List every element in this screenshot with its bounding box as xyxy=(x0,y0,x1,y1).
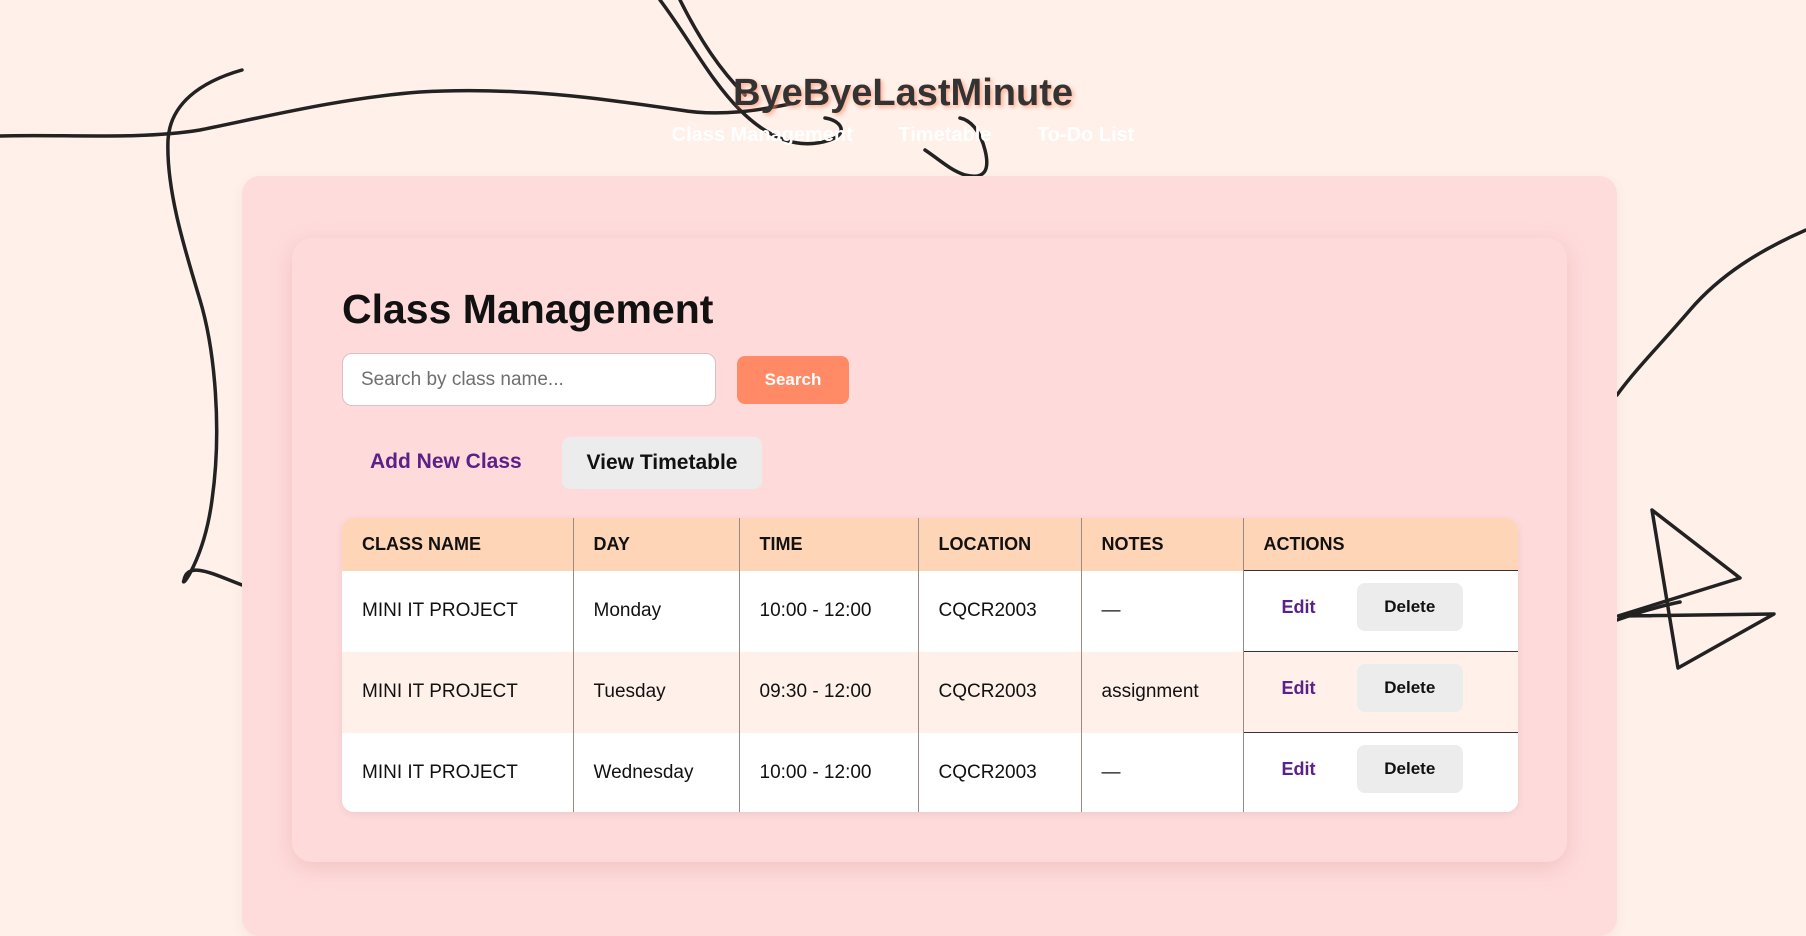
page-title: Class Management xyxy=(342,286,714,332)
nav-class-management[interactable]: Class Management xyxy=(672,124,853,146)
column-header-notes: NOTES xyxy=(1081,518,1244,571)
table-row: MINI IT PROJECT Monday 10:00 - 12:00 CQC… xyxy=(342,570,1518,652)
search-input[interactable] xyxy=(342,353,716,406)
cell-notes: assignment xyxy=(1081,651,1244,733)
cell-notes: — xyxy=(1081,570,1244,652)
cell-time: 09:30 - 12:00 xyxy=(739,651,919,733)
table-row: MINI IT PROJECT Tuesday 09:30 - 12:00 CQ… xyxy=(342,651,1518,733)
delete-class-button[interactable]: Delete xyxy=(1356,583,1463,631)
class-table-container: CLASS NAME DAY TIME LOCATION NOTES ACTIO… xyxy=(342,518,1518,812)
column-header-class-name: CLASS NAME xyxy=(342,518,574,571)
edit-class-link[interactable]: Edit xyxy=(1264,759,1334,780)
add-new-class-link[interactable]: Add New Class xyxy=(370,450,522,474)
top-navigation: Class Management Timetable To-Do List xyxy=(0,124,1806,147)
cell-location: CQCR2003 xyxy=(918,570,1082,652)
cell-class-name: MINI IT PROJECT xyxy=(342,732,574,812)
doodle-loop-left xyxy=(166,68,244,587)
column-header-location: LOCATION xyxy=(918,518,1082,571)
cell-time: 10:00 - 12:00 xyxy=(739,732,919,812)
cell-location: CQCR2003 xyxy=(918,732,1082,812)
cell-actions: Edit Delete xyxy=(1242,570,1518,652)
table-row: MINI IT PROJECT Wednesday 10:00 - 12:00 … xyxy=(342,732,1518,812)
cell-location: CQCR2003 xyxy=(918,651,1082,733)
cell-day: Wednesday xyxy=(573,732,740,812)
search-button[interactable]: Search xyxy=(737,356,849,404)
cell-day: Monday xyxy=(573,570,740,652)
doodle-star-right xyxy=(1616,508,1776,670)
edit-class-link[interactable]: Edit xyxy=(1264,597,1334,618)
site-title: ByeByeLastMinute xyxy=(733,72,1073,114)
column-header-time: TIME xyxy=(739,518,919,571)
cell-actions: Edit Delete xyxy=(1242,651,1518,733)
cell-time: 10:00 - 12:00 xyxy=(739,570,919,652)
doodle-star-stroke xyxy=(1615,600,1682,622)
delete-class-button[interactable]: Delete xyxy=(1356,745,1463,793)
doodle-curve-right xyxy=(1615,228,1806,397)
cell-class-name: MINI IT PROJECT xyxy=(342,651,574,733)
cell-actions: Edit Delete xyxy=(1242,732,1518,812)
table-header-row: CLASS NAME DAY TIME LOCATION NOTES ACTIO… xyxy=(342,518,1518,571)
class-table: CLASS NAME DAY TIME LOCATION NOTES ACTIO… xyxy=(342,518,1518,812)
delete-class-button[interactable]: Delete xyxy=(1356,664,1463,712)
cell-class-name: MINI IT PROJECT xyxy=(342,570,574,652)
column-header-actions: ACTIONS xyxy=(1243,518,1518,571)
nav-todo-list[interactable]: To-Do List xyxy=(1037,124,1134,146)
view-timetable-button[interactable]: View Timetable xyxy=(562,437,762,489)
column-header-day: DAY xyxy=(573,518,740,571)
cell-notes: — xyxy=(1081,732,1244,812)
edit-class-link[interactable]: Edit xyxy=(1264,678,1334,699)
cell-day: Tuesday xyxy=(573,651,740,733)
nav-timetable[interactable]: Timetable xyxy=(898,124,991,146)
